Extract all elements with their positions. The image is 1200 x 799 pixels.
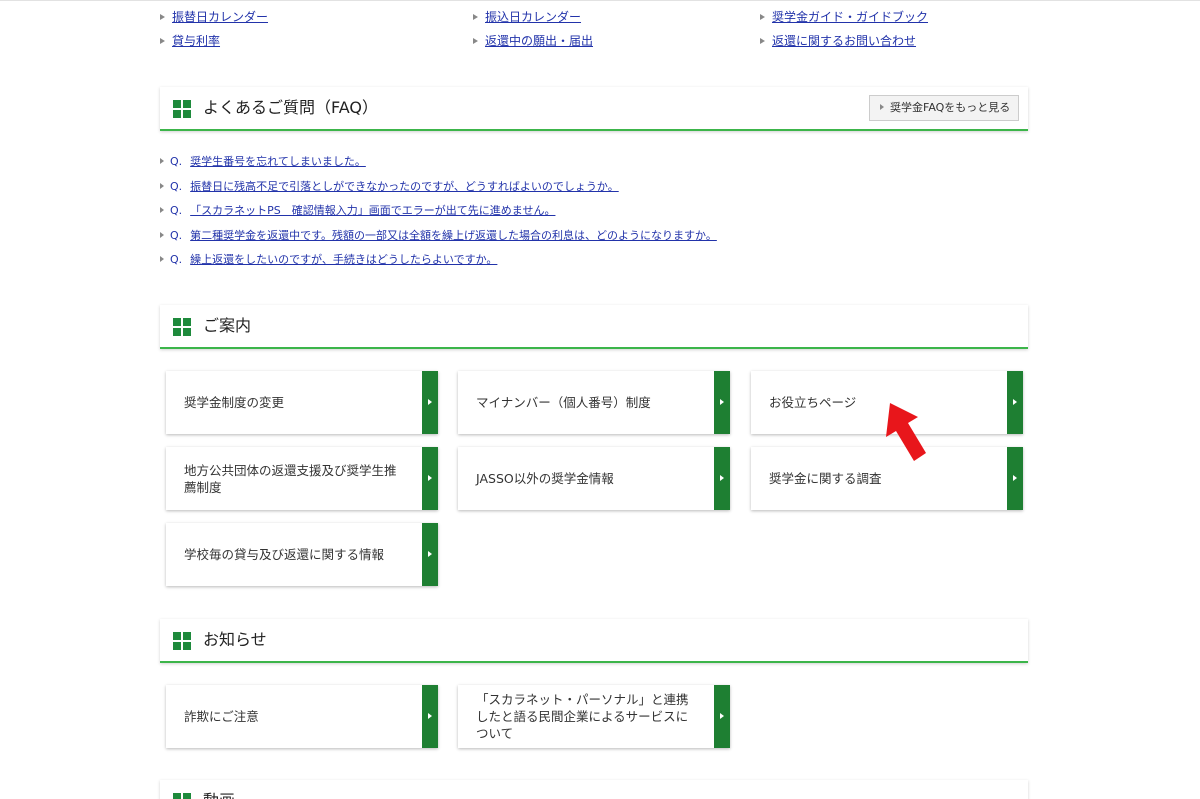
top-link-transfer-calendar[interactable]: 振替日カレンダー	[160, 9, 268, 25]
faq-question-link[interactable]: 振替日に残高不足で引落としができなかったのですが、どうすればよいのでしょうか。	[190, 180, 619, 193]
triangle-right-icon	[760, 37, 765, 44]
guide-card-local-support[interactable]: 地方公共団体の返還支援及び奨学生推薦制度	[166, 447, 438, 510]
news-section-header: お知らせ	[160, 619, 1028, 663]
card-label: 学校毎の貸与及び返還に関する情報	[184, 547, 385, 562]
faq-question-link[interactable]: 繰上返還をしたいのですが、手続きはどうしたらよいですか。	[190, 253, 497, 266]
triangle-right-icon	[760, 13, 765, 20]
triangle-right-icon	[160, 207, 164, 213]
chevron-right-icon	[422, 447, 438, 510]
card-label: 地方公共団体の返還支援及び奨学生推薦制度	[184, 462, 397, 495]
page: 振替日カレンダー 振込日カレンダー 奨学金ガイド・ガイドブック 貸与利率 返還中…	[0, 0, 1200, 799]
faq-list: Q. 奨学生番号を忘れてしまいました。 Q. 振替日に残高不足で引落としができなかっ…	[160, 153, 717, 276]
green-squares-icon	[173, 100, 191, 118]
top-link-payment-calendar[interactable]: 振込日カレンダー	[473, 9, 581, 25]
faq-item[interactable]: Q. 奨学生番号を忘れてしまいました。	[160, 153, 717, 178]
news-card-fraud-warning[interactable]: 詐欺にご注意	[166, 685, 438, 748]
top-link-interest-rate[interactable]: 貸与利率	[160, 33, 220, 49]
chevron-right-icon	[1007, 447, 1023, 510]
guide-card-scholarship-changes[interactable]: 奨学金制度の変更	[166, 371, 438, 434]
top-link-guidebook[interactable]: 奨学金ガイド・ガイドブック	[760, 9, 928, 25]
triangle-right-icon	[160, 158, 164, 164]
card-label: 「スカラネット・パーソナル」と連携したと語る民間企業によるサービスについて	[476, 692, 689, 741]
faq-question-link[interactable]: 奨学生番号を忘れてしまいました。	[190, 155, 366, 168]
faq-question-link[interactable]: 「スカラネットPS 確認情報入力」画面でエラーが出て先に進めません。	[190, 204, 555, 217]
triangle-right-icon	[160, 182, 164, 189]
faq-question-link[interactable]: 第二種奨学金を返還中です。残額の一部又は全額を繰上げ返還した場合の利息は、どのよ…	[190, 229, 717, 242]
faq-more-button[interactable]: 奨学金FAQをもっと見る	[869, 95, 1019, 121]
top-link-label[interactable]: 奨学金ガイド・ガイドブック	[772, 10, 928, 24]
news-card-third-party-services[interactable]: 「スカラネット・パーソナル」と連携したと語る民間企業によるサービスについて	[458, 685, 730, 748]
card-label: お役立ちページ	[769, 395, 857, 410]
section-title: お知らせ	[203, 630, 267, 649]
card-label: マイナンバー（個人番号）制度	[476, 395, 651, 410]
guide-section-header: ご案内	[160, 305, 1028, 349]
triangle-right-icon	[160, 231, 164, 238]
top-link-contact[interactable]: 返還に関するお問い合わせ	[760, 33, 916, 49]
faq-q-prefix: Q.	[170, 204, 183, 217]
red-arrow-icon	[886, 403, 926, 461]
triangle-right-icon	[160, 13, 165, 20]
top-link-label[interactable]: 振込日カレンダー	[485, 10, 581, 24]
chevron-right-icon	[422, 523, 438, 586]
chevron-right-icon	[422, 371, 438, 434]
green-squares-icon	[173, 632, 191, 650]
video-section-header: 動画	[160, 780, 1028, 799]
top-link-applications[interactable]: 返還中の願出・届出	[473, 33, 593, 49]
triangle-right-icon	[160, 37, 165, 44]
faq-item[interactable]: Q. 振替日に残高不足で引落としができなかったのですが、どうすればよいのでしょうか…	[160, 178, 717, 203]
faq-more-label: 奨学金FAQをもっと見る	[890, 101, 1011, 114]
chevron-right-icon	[714, 447, 730, 510]
faq-q-prefix: Q.	[170, 155, 183, 168]
chevron-right-icon	[1007, 371, 1023, 434]
green-squares-icon	[173, 318, 191, 336]
section-title: 動画	[203, 791, 235, 799]
triangle-right-icon	[160, 256, 164, 262]
triangle-right-icon	[880, 104, 884, 110]
guide-card-school-info[interactable]: 学校毎の貸与及び返還に関する情報	[166, 523, 438, 586]
chevron-right-icon	[714, 371, 730, 434]
guide-card-other-scholarships[interactable]: JASSO以外の奨学金情報	[458, 447, 730, 510]
card-label: 奨学金制度の変更	[184, 395, 285, 410]
faq-q-prefix: Q.	[170, 253, 183, 266]
chevron-right-icon	[714, 685, 730, 748]
faq-item[interactable]: Q. 繰上返還をしたいのですが、手続きはどうしたらよいですか。	[160, 251, 717, 276]
triangle-right-icon	[473, 37, 478, 44]
top-link-label[interactable]: 振替日カレンダー	[172, 10, 268, 24]
section-title: ご案内	[203, 316, 252, 335]
card-label: 奨学金に関する調査	[769, 471, 882, 486]
faq-item[interactable]: Q. 「スカラネットPS 確認情報入力」画面でエラーが出て先に進めません。	[160, 202, 717, 227]
card-label: JASSO以外の奨学金情報	[476, 471, 614, 486]
faq-q-prefix: Q.	[170, 228, 183, 242]
chevron-right-icon	[422, 685, 438, 748]
card-label: 詐欺にご注意	[184, 709, 259, 724]
top-link-label[interactable]: 貸与利率	[172, 34, 220, 48]
faq-q-prefix: Q.	[170, 179, 183, 193]
triangle-right-icon	[473, 13, 478, 20]
guide-card-my-number[interactable]: マイナンバー（個人番号）制度	[458, 371, 730, 434]
top-link-label[interactable]: 返還中の願出・届出	[485, 34, 593, 48]
faq-item[interactable]: Q. 第二種奨学金を返還中です。残額の一部又は全額を繰上げ返還した場合の利息は、ど…	[160, 227, 717, 252]
faq-section-header: よくあるご質問（FAQ） 奨学金FAQをもっと見る	[160, 87, 1028, 131]
top-link-label[interactable]: 返還に関するお問い合わせ	[772, 34, 916, 48]
green-squares-icon	[173, 793, 191, 799]
section-title: よくあるご質問（FAQ）	[203, 98, 378, 117]
